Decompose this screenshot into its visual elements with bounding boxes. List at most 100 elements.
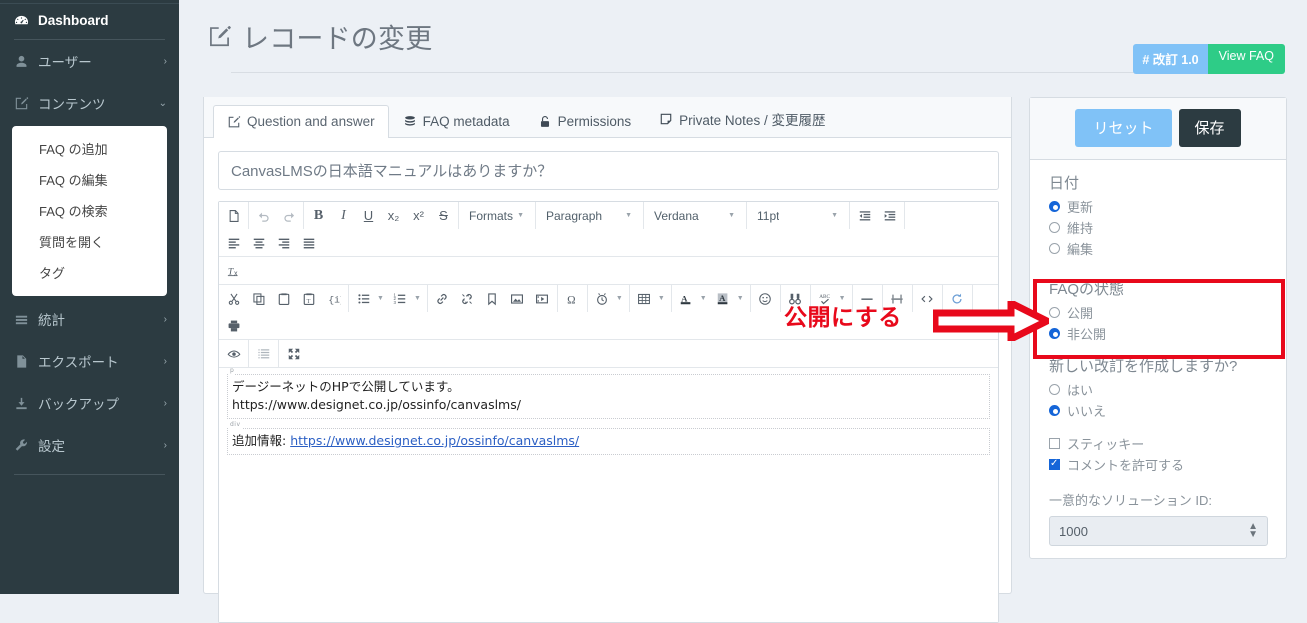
faq-status-option-private[interactable]: 非公開	[1049, 324, 1286, 343]
checkbox-icon[interactable]	[1049, 457, 1060, 470]
tab-question-and-answer[interactable]: Question and answer	[213, 105, 389, 138]
flags-field-group: スティッキー コメントを許可する	[1049, 434, 1286, 474]
preview-icon[interactable]	[221, 341, 246, 366]
download-icon	[14, 396, 29, 411]
link-icon[interactable]	[430, 286, 455, 311]
media-icon[interactable]	[530, 286, 555, 311]
sidebar-subitem-open-questions[interactable]: 質問を開く	[12, 226, 167, 257]
header-divider	[231, 72, 1255, 73]
copy-icon[interactable]	[246, 286, 271, 311]
date-option-update[interactable]: 更新	[1049, 197, 1286, 216]
chevron-down-icon[interactable]: ▼	[736, 295, 748, 302]
bullet-list-icon[interactable]	[351, 286, 376, 311]
font-family-dropdown[interactable]: Verdana ▼	[646, 203, 744, 228]
chevron-down-icon[interactable]: ▼	[376, 295, 388, 302]
outdent-icon[interactable]	[852, 203, 877, 228]
unlink-icon[interactable]	[455, 286, 480, 311]
chevron-right-icon: ›	[163, 313, 167, 325]
date-option-keep[interactable]: 維持	[1049, 218, 1286, 237]
toolbar-group-print	[219, 312, 248, 339]
radio-icon[interactable]	[1049, 405, 1060, 416]
numbered-list-icon[interactable]: 123	[388, 286, 413, 311]
sidebar-item-dashboard[interactable]: Dashboard	[0, 4, 179, 39]
reset-button[interactable]: リセット	[1075, 109, 1172, 147]
strikethrough-icon[interactable]: S	[431, 203, 456, 228]
table-of-contents-icon[interactable]	[251, 341, 276, 366]
source-code-snippet-icon[interactable]: {i}	[321, 286, 346, 311]
new-revision-field-group: 新しい改訂を作成しますか? はい いいえ	[1049, 355, 1286, 420]
new-revision-option-no[interactable]: いいえ	[1049, 401, 1286, 420]
text-color-icon[interactable]: A	[674, 286, 699, 311]
editor-additional-info-link[interactable]: https://www.designet.co.jp/ossinfo/canva…	[290, 433, 579, 448]
radio-icon[interactable]	[1049, 201, 1060, 212]
new-document-icon[interactable]	[221, 203, 246, 228]
bold-icon[interactable]: B	[306, 203, 331, 228]
superscript-icon[interactable]: x²	[406, 203, 431, 228]
anchor-icon[interactable]	[480, 286, 505, 311]
undo-icon[interactable]	[251, 203, 276, 228]
allow-comments-checkbox-row[interactable]: コメントを許可する	[1049, 455, 1286, 474]
sidebar-item-statistics[interactable]: 統計 ›	[0, 298, 179, 340]
fullscreen-icon[interactable]	[281, 341, 306, 366]
solution-id-input[interactable]: 1000 ▲ ▼	[1049, 516, 1268, 546]
italic-icon[interactable]: I	[331, 203, 356, 228]
indent-icon[interactable]	[877, 203, 902, 228]
table-icon[interactable]	[632, 286, 657, 311]
align-left-icon[interactable]	[221, 230, 246, 255]
editor-paragraph-2[interactable]: div 追加情報: https://www.designet.co.jp/oss…	[227, 421, 990, 456]
chevron-down-icon[interactable]: ▼	[699, 295, 711, 302]
editor-content-area[interactable]: p デージーネットのHPで公開しています。 https://www.design…	[219, 368, 998, 622]
redo-icon[interactable]	[276, 203, 301, 228]
tab-permissions[interactable]: Permissions	[524, 105, 646, 138]
radio-icon[interactable]	[1049, 307, 1060, 318]
align-right-icon[interactable]	[271, 230, 296, 255]
sticky-checkbox-row[interactable]: スティッキー	[1049, 434, 1286, 453]
sidebar-item-settings[interactable]: 設定 ›	[0, 424, 179, 466]
radio-icon[interactable]	[1049, 384, 1060, 395]
emoticon-icon[interactable]	[753, 286, 778, 311]
clear-formatting-icon[interactable]: Tx	[221, 258, 246, 283]
paste-text-icon[interactable]: T	[296, 286, 321, 311]
sidebar-item-users[interactable]: ユーザー ›	[0, 40, 179, 82]
sidebar-item-export[interactable]: エクスポート ›	[0, 340, 179, 382]
sidebar-subitem-edit-faq[interactable]: FAQ の編集	[12, 164, 167, 195]
block-format-dropdown[interactable]: Paragraph ▼	[538, 203, 641, 228]
checkbox-icon[interactable]	[1049, 438, 1060, 449]
align-center-icon[interactable]	[246, 230, 271, 255]
special-character-icon[interactable]: Ω	[560, 286, 585, 311]
date-option-edit[interactable]: 編集	[1049, 239, 1286, 258]
editor-paragraph-1[interactable]: p デージーネットのHPで公開しています。 https://www.design…	[227, 368, 990, 420]
sidebar-subitem-search-faq[interactable]: FAQ の検索	[12, 195, 167, 226]
tab-private-notes[interactable]: Private Notes / 変更履歴	[645, 100, 839, 138]
radio-icon[interactable]	[1049, 328, 1060, 339]
paste-icon[interactable]	[271, 286, 296, 311]
sidebar-item-content[interactable]: コンテンツ ⌄	[0, 82, 179, 124]
faq-status-option-public[interactable]: 公開	[1049, 303, 1286, 322]
sidebar-subitem-tags[interactable]: タグ	[12, 257, 167, 288]
new-revision-option-yes[interactable]: はい	[1049, 380, 1286, 399]
print-icon[interactable]	[221, 313, 246, 338]
faq-status-field-group: FAQの状態 公開 非公開	[1049, 278, 1286, 343]
chevron-down-icon[interactable]: ▼	[413, 295, 425, 302]
underline-icon[interactable]: U	[356, 203, 381, 228]
tab-faq-metadata[interactable]: FAQ metadata	[389, 105, 524, 138]
number-stepper-icon[interactable]: ▲ ▼	[1248, 521, 1258, 540]
radio-icon[interactable]	[1049, 243, 1060, 254]
align-justify-icon[interactable]	[296, 230, 321, 255]
chevron-down-icon[interactable]: ▼	[657, 295, 669, 302]
insert-datetime-icon[interactable]	[590, 286, 615, 311]
chevron-down-icon[interactable]: ▼	[615, 295, 627, 302]
subscript-icon[interactable]: x₂	[381, 203, 406, 228]
font-size-dropdown[interactable]: 11pt ▼	[749, 203, 847, 228]
view-faq-button[interactable]: View FAQ	[1207, 44, 1285, 74]
save-button[interactable]: 保存	[1178, 109, 1241, 147]
cut-icon[interactable]	[221, 286, 246, 311]
question-input[interactable]	[218, 151, 999, 190]
image-icon[interactable]	[505, 286, 530, 311]
sidebar-item-backup[interactable]: バックアップ ›	[0, 382, 179, 424]
radio-icon[interactable]	[1049, 222, 1060, 233]
formats-dropdown[interactable]: Formats ▼	[461, 203, 533, 228]
toolbar-group-fullscreen	[279, 340, 308, 367]
sidebar-subitem-add-faq[interactable]: FAQ の追加	[12, 133, 167, 164]
background-color-icon[interactable]: A	[711, 286, 736, 311]
